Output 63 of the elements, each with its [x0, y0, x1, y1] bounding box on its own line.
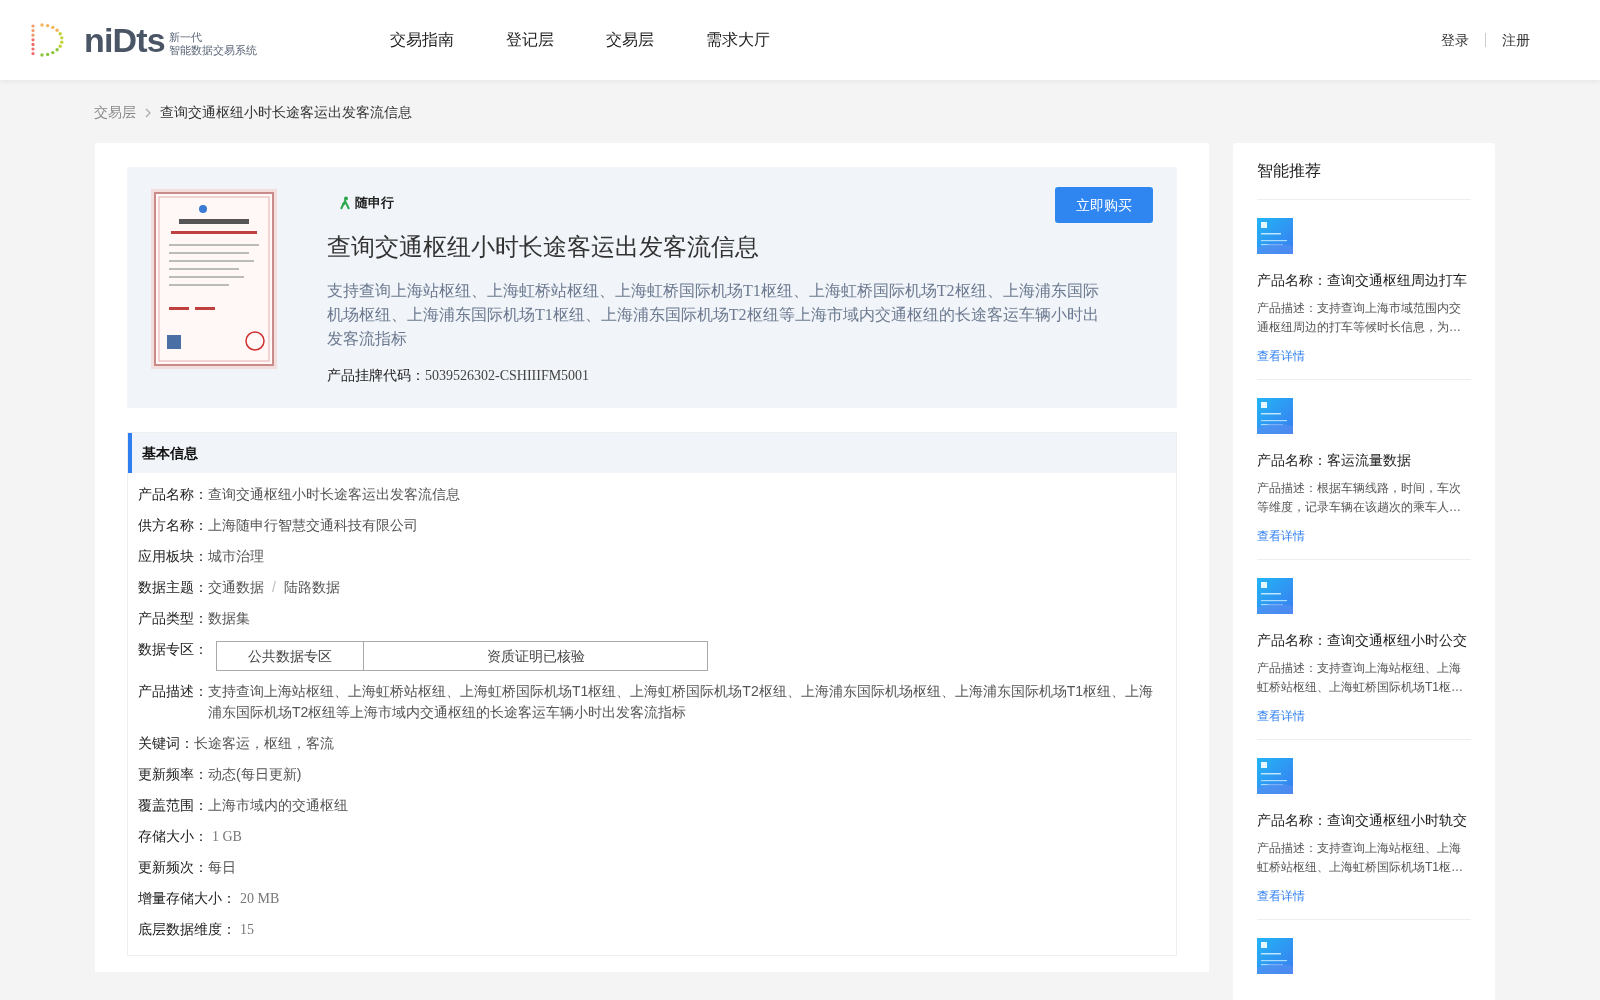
details-link[interactable]: 查看详情 — [1257, 887, 1471, 905]
field-label: 产品名称： — [138, 485, 208, 504]
recommend-description: 产品描述：根据车辆线路，时间，车次等维度，记录车辆在该趟次的乘车人… — [1257, 480, 1462, 516]
logo-wordmark: niDts — [84, 23, 165, 57]
product-description: 支持查询上海站枢纽、上海虹桥站枢纽、上海虹桥国际机场T1枢纽、上海虹桥国际机场T2枢纽、上海浦东国际机场枢纽、上海浦东国际机场T1枢纽、上海浦东国际机场T2枢纽等上海市域内交通枢纽的长途客运车辆小时出发客流指标 — [327, 281, 1100, 349]
field-label: 产品类型： — [138, 609, 208, 628]
details-link[interactable]: 查看详情 — [1257, 347, 1471, 365]
zone-tag: 公共数据专区 — [216, 641, 364, 671]
field-label: 更新频率： — [138, 765, 208, 784]
nav-link[interactable]: 需求大厅 — [706, 28, 770, 52]
recommend-name: 产品名称：查询交通枢纽周边打车 — [1257, 271, 1468, 290]
field-value: 上海市域内的交通枢纽 — [208, 796, 348, 815]
recommend-name: 产品名称：查询交通枢纽小时轨交 — [1257, 811, 1468, 830]
recommend-name: 产品名称：查询交通枢纽小时公交 — [1257, 631, 1468, 650]
field-value: 20 MB — [240, 890, 280, 908]
field-value: 长途客运，枢纽，客流 — [194, 734, 334, 753]
field-label: 应用板块： — [138, 547, 208, 566]
field-value: 查询交通枢纽小时长途客运出发客流信息 — [208, 485, 460, 504]
field-label: 增量存储大小： — [138, 889, 236, 908]
recommend-description: 产品描述：支持查询上海市域范围内交通枢纽周边的打车等候时长信息，为… — [1257, 300, 1462, 336]
field-value: 支持查询上海站枢纽、上海虹桥站枢纽、上海虹桥国际机场T1枢纽、上海虹桥国际机场T2枢纽、上海浦东国际机场枢纽、上海浦东国际机场T1枢纽、上海浦东国际机场T2枢纽等上海市域内交通枢纽的长途客运车辆小时出发客流指标 — [208, 682, 1154, 722]
field-value: 数据集 — [208, 609, 250, 628]
field-label: 关键词： — [138, 734, 194, 753]
recommend-description: 产品描述：支持查询上海站枢纽、上海虹桥站枢纽、上海虹桥国际机场T1枢… — [1257, 840, 1464, 876]
section-title: 基本信息 — [142, 443, 198, 463]
panel-title: 智能推荐 — [1257, 159, 1471, 200]
field-label: 数据专区： — [138, 640, 208, 659]
walker-icon — [339, 195, 353, 210]
field-value: 15 — [240, 921, 254, 939]
breadcrumb-item[interactable]: 查询交通枢纽小时长途客运出发客流信息 — [160, 102, 412, 123]
field-value: 陆路数据 — [283, 578, 340, 597]
zone-tag: 资质证明已核验 — [364, 641, 708, 671]
code-value: 5039526302-CSHIIIFM5001 — [425, 367, 590, 385]
field-label: 数据主题： — [138, 578, 208, 597]
chevron-right-icon — [144, 107, 152, 118]
field-label: 存储大小： — [138, 827, 208, 846]
field-label: 底层数据维度： — [138, 920, 236, 939]
code-label: 产品挂牌代码： — [327, 366, 425, 385]
logo-tagline: 新一代 — [168, 31, 203, 44]
field-label: 覆盖范围： — [138, 796, 208, 815]
logo-tagline: 智能数据交易系统 — [168, 44, 257, 57]
recommend-name: 产品名称：客运流量数据 — [1257, 451, 1412, 470]
field-value: 每日 — [208, 858, 236, 877]
path-separator: / — [272, 578, 276, 597]
recommend-description: 产品描述：支持查询上海站枢纽、上海虹桥站枢纽、上海虹桥国际机场T1枢… — [1257, 660, 1464, 696]
nav-link[interactable]: 交易指南 — [390, 28, 454, 52]
field-label: 产品描述： — [138, 682, 208, 701]
nav-link[interactable]: 交易层 — [606, 28, 654, 52]
auth-link[interactable]: 注册 — [1502, 29, 1530, 51]
field-value: 城市治理 — [208, 547, 264, 566]
field-value: 上海随申行智慧交通科技有限公司 — [208, 516, 418, 535]
buy-button[interactable]: 立即购买 — [1055, 187, 1153, 223]
nav-link[interactable]: 登记层 — [506, 28, 554, 52]
field-value: 交通数据 — [208, 578, 264, 597]
field-label: 更新频次： — [138, 858, 208, 877]
supplier-logo: 随申行 — [355, 194, 394, 212]
details-link[interactable]: 查看详情 — [1257, 707, 1471, 725]
details-link[interactable]: 查看详情 — [1257, 527, 1471, 545]
auth-link[interactable]: 登录 — [1441, 29, 1469, 51]
field-value: 1 GB — [212, 828, 242, 846]
field-value: 动态(每日更新) — [208, 765, 302, 784]
field-label: 供方名称： — [138, 516, 208, 535]
product-title: 查询交通枢纽小时长途客运出发客流信息 — [327, 233, 760, 262]
